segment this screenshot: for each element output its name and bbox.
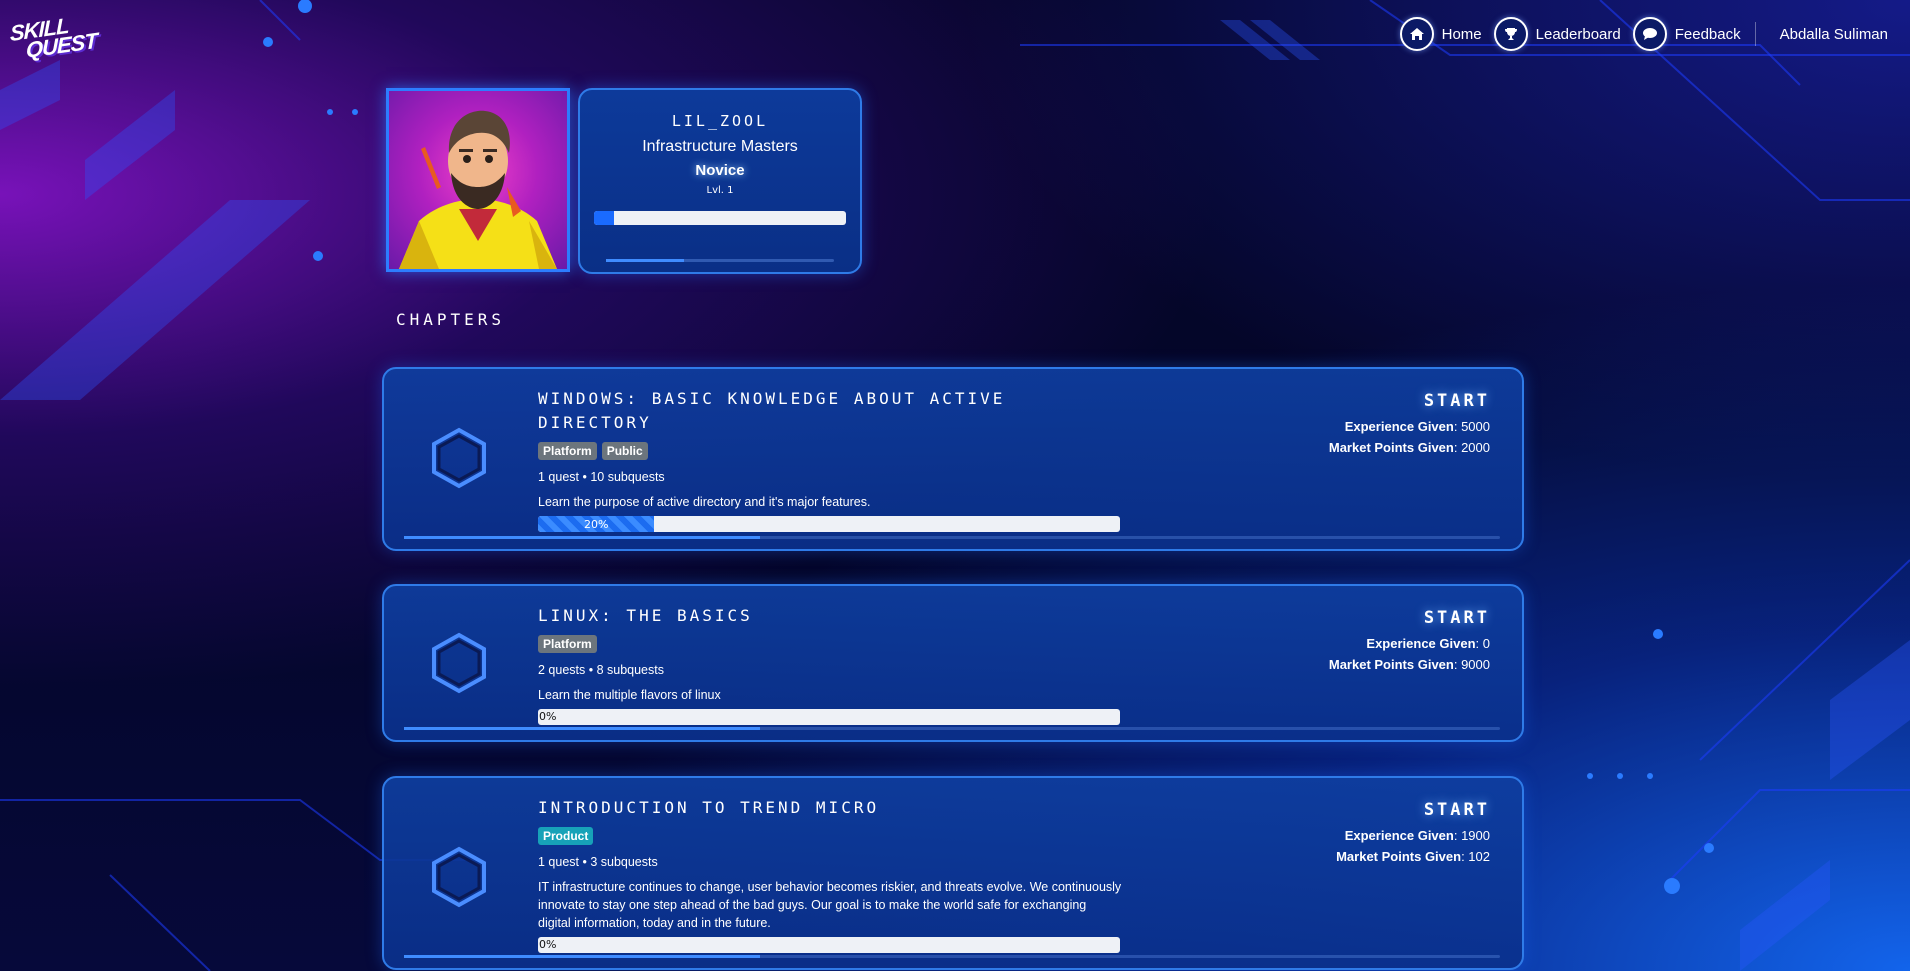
nav-leaderboard[interactable]: Leaderboard xyxy=(1493,17,1621,51)
start-button[interactable]: START xyxy=(1329,391,1490,411)
tag-badge: Platform xyxy=(538,442,597,460)
market-points-given: Market Points Given: 102 xyxy=(1336,849,1490,864)
experience-label: Experience Given xyxy=(1366,636,1476,651)
chapter-content: Windows: Basic Knowledge about Active Di… xyxy=(538,387,1122,532)
tag-badge: Platform xyxy=(538,635,597,653)
card-accent-line xyxy=(404,727,1500,730)
chapter-content: Introduction to Trend Micro Product 1 qu… xyxy=(538,796,1122,953)
experience-given: Experience Given: 5000 xyxy=(1329,419,1490,434)
nav-feedback-label: Feedback xyxy=(1674,25,1741,43)
profile-rank: Novice xyxy=(695,162,745,179)
start-button[interactable]: START xyxy=(1336,800,1490,820)
market-points-label: Market Points Given xyxy=(1328,440,1454,455)
chapter-rewards: START Experience Given: 5000 Market Poin… xyxy=(1329,391,1490,455)
chapter-quest-count: 1 quest • 3 subquests xyxy=(538,855,658,869)
experience-given: Experience Given: 0 xyxy=(1329,636,1490,651)
tag-badge: Product xyxy=(538,827,594,845)
chapter-quest-count: 1 quest • 10 subquests xyxy=(538,470,665,484)
avatar-illustration xyxy=(399,110,557,269)
hexagon-icon xyxy=(432,427,486,489)
chapter-tags: Platform Public xyxy=(538,442,1122,460)
chapter-progress-label: 0% xyxy=(539,938,557,951)
market-points-given: Market Points Given: 9000 xyxy=(1329,657,1490,672)
experience-label: Experience Given xyxy=(1344,828,1454,843)
profile-team: Infrastructure Masters xyxy=(642,138,798,155)
experience-label: Experience Given xyxy=(1344,419,1454,434)
top-nav: Home Leaderboard Feedback Abdalla Sulima… xyxy=(1388,17,1888,51)
chapter-card: Linux: The Basics Platform 2 quests • 8 … xyxy=(382,584,1524,742)
chapter-tags: Platform xyxy=(538,635,1122,653)
chapter-rewards: START Experience Given: 0 Market Points … xyxy=(1329,608,1490,672)
market-points-label: Market Points Given xyxy=(1336,849,1462,864)
chapter-description: IT infrastructure continues to change, u… xyxy=(538,880,1122,930)
chapter-progress-bar: 20% xyxy=(538,516,1120,532)
user-name-label: Abdalla Suliman xyxy=(1779,25,1888,43)
hexagon-icon xyxy=(432,846,486,908)
experience-value: : 1900 xyxy=(1453,828,1490,843)
chapter-progress-bar: 0% xyxy=(538,937,1120,953)
chat-bubble-icon xyxy=(1632,17,1667,51)
chapters-heading: CHAPTERS xyxy=(396,310,506,329)
card-accent-line xyxy=(606,259,834,262)
xp-progress-fill xyxy=(594,211,615,225)
card-accent-line xyxy=(404,536,1500,539)
experience-value: : 0 xyxy=(1475,636,1490,651)
experience-given: Experience Given: 1900 xyxy=(1336,828,1490,843)
chapter-tags: Product xyxy=(538,827,1122,845)
start-button[interactable]: START xyxy=(1329,608,1490,628)
chapter-progress-bar: 0% xyxy=(538,709,1120,725)
chapter-progress-fill: 20% xyxy=(538,516,655,532)
chapter-quest-count: 2 quests • 8 subquests xyxy=(538,663,664,677)
market-points-label: Market Points Given xyxy=(1328,657,1454,672)
market-points-value: : 102 xyxy=(1461,849,1490,864)
nav-home[interactable]: Home xyxy=(1399,17,1482,51)
hexagon-icon xyxy=(432,632,486,694)
tag-badge: Public xyxy=(601,442,648,460)
market-points-value: : 9000 xyxy=(1453,657,1490,672)
home-icon xyxy=(1399,17,1434,51)
chapter-rewards: START Experience Given: 1900 Market Poin… xyxy=(1336,800,1490,864)
player-avatar xyxy=(386,88,570,272)
chapter-title[interactable]: Introduction to Trend Micro xyxy=(538,796,1122,820)
profile-level: Lvl. 1 xyxy=(706,185,734,196)
card-accent-line xyxy=(404,955,1500,958)
nav-feedback[interactable]: Feedback xyxy=(1632,17,1741,51)
chapter-progress-label: 20% xyxy=(583,517,609,531)
chapter-card: Introduction to Trend Micro Product 1 qu… xyxy=(382,776,1524,970)
profile-username: LIL_ZOOL xyxy=(671,112,769,130)
chapter-title[interactable]: Linux: The Basics xyxy=(538,604,1122,628)
market-points-given: Market Points Given: 2000 xyxy=(1329,440,1490,455)
trophy-icon xyxy=(1493,17,1528,51)
nav-home-label: Home xyxy=(1441,25,1482,43)
chapter-content: Linux: The Basics Platform 2 quests • 8 … xyxy=(538,604,1122,725)
chapter-progress-label: 0% xyxy=(539,710,557,723)
chapter-title[interactable]: Windows: Basic Knowledge about Active Di… xyxy=(538,387,1122,435)
nav-divider xyxy=(1754,22,1756,46)
chapter-description: Learn the purpose of active directory an… xyxy=(538,495,871,509)
chapter-description: Learn the multiple flavors of linux xyxy=(538,688,721,702)
nav-leaderboard-label: Leaderboard xyxy=(1535,25,1621,43)
chapter-card: Windows: Basic Knowledge about Active Di… xyxy=(382,367,1524,551)
xp-progress-bar xyxy=(594,211,846,225)
nav-user-name[interactable]: Abdalla Suliman xyxy=(1780,26,1888,43)
profile-card: LIL_ZOOL Infrastructure Masters Novice L… xyxy=(578,88,862,274)
experience-value: : 5000 xyxy=(1453,419,1490,434)
market-points-value: : 2000 xyxy=(1453,440,1490,455)
skillquest-logo[interactable]: SKILL QUEST xyxy=(10,12,97,63)
